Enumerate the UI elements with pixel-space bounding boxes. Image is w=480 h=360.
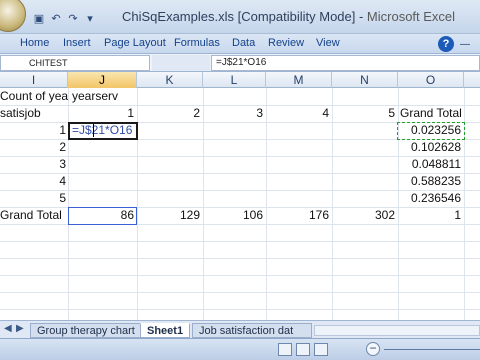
- minimize-icon[interactable]: —: [460, 39, 470, 50]
- customize-qat-icon[interactable]: ▾: [83, 12, 97, 26]
- pivot-count-label[interactable]: Count of yea: [0, 88, 68, 105]
- sheet-nav-prev-icon[interactable]: ◀: [4, 323, 12, 334]
- sheet-nav-next-icon[interactable]: ▶: [16, 323, 24, 334]
- col-value-1[interactable]: 1: [68, 105, 134, 122]
- tab-formulas[interactable]: Formulas: [174, 37, 220, 49]
- column-headers: I J K L M N O: [0, 72, 480, 88]
- ribbon-tabs: Home Insert Page Layout Formulas Data Re…: [0, 34, 480, 54]
- sheet-tab-job-satisfaction[interactable]: Job satisfaction dat: [192, 323, 312, 338]
- active-cell-editor[interactable]: =J$21*O16: [72, 122, 136, 139]
- status-bar: −: [0, 338, 480, 360]
- grand-total-n[interactable]: 302: [332, 207, 395, 224]
- redo-icon[interactable]: ↷: [66, 12, 80, 26]
- col-value-2[interactable]: 2: [137, 105, 200, 122]
- row-label-3[interactable]: 3: [0, 156, 66, 173]
- grand-total-o[interactable]: 1: [398, 207, 461, 224]
- formula-bar: CHITEST =J$21*O16: [0, 54, 480, 72]
- column-header-j[interactable]: J: [68, 72, 137, 88]
- sheet-tab-bar: ◀ ▶ Group therapy chart Sheet1 Job satis…: [0, 320, 480, 338]
- row-label-4[interactable]: 4: [0, 173, 66, 190]
- undo-icon[interactable]: ↶: [49, 12, 63, 26]
- grand-total-l[interactable]: 106: [203, 207, 263, 224]
- save-icon[interactable]: ▣: [32, 12, 46, 26]
- page-break-view-icon[interactable]: [314, 343, 328, 356]
- page-layout-view-icon[interactable]: [296, 343, 310, 356]
- tab-view[interactable]: View: [316, 37, 340, 49]
- pivot-col-field[interactable]: yearserv: [72, 88, 136, 105]
- grand-total-value-3[interactable]: 0.048811: [398, 156, 461, 173]
- normal-view-icon[interactable]: [278, 343, 292, 356]
- grand-total-value-5[interactable]: 0.236546: [398, 190, 461, 207]
- column-header-k[interactable]: K: [137, 72, 203, 88]
- tab-home[interactable]: Home: [20, 37, 49, 49]
- grid-line: [0, 241, 480, 242]
- row-label-5[interactable]: 5: [0, 190, 66, 207]
- grand-total-value-4[interactable]: 0.588235: [398, 173, 461, 190]
- sheet-tab-group-therapy-chart[interactable]: Group therapy chart: [30, 323, 142, 338]
- column-header-n[interactable]: N: [332, 72, 398, 88]
- column-header-m[interactable]: M: [266, 72, 332, 88]
- col-value-5[interactable]: 5: [332, 105, 395, 122]
- tab-page-layout[interactable]: Page Layout: [104, 37, 166, 49]
- row-label-2[interactable]: 2: [0, 139, 66, 156]
- worksheet-grid[interactable]: Count of yea yearserv satisjob 1 2 3 4 5…: [0, 88, 480, 320]
- pivot-row-field[interactable]: satisjob: [0, 105, 68, 122]
- tab-insert[interactable]: Insert: [63, 37, 91, 49]
- zoom-out-icon[interactable]: −: [366, 342, 380, 356]
- tab-data[interactable]: Data: [232, 37, 255, 49]
- grand-total-value-1[interactable]: 0.023256: [398, 122, 461, 139]
- column-header-o[interactable]: O: [398, 72, 464, 88]
- office-button[interactable]: [0, 0, 26, 32]
- fx-buttons[interactable]: [152, 55, 210, 71]
- tab-review[interactable]: Review: [268, 37, 304, 49]
- grand-total-value-2[interactable]: 0.102628: [398, 139, 461, 156]
- grid-line: [0, 309, 480, 310]
- zoom-slider[interactable]: [384, 349, 480, 350]
- col-value-4[interactable]: 4: [266, 105, 329, 122]
- formula-input[interactable]: =J$21*O16: [211, 55, 480, 71]
- help-icon[interactable]: ?: [438, 36, 454, 52]
- grand-total-header[interactable]: Grand Total: [400, 105, 480, 122]
- grid-line: [0, 258, 480, 259]
- grand-total-m[interactable]: 176: [266, 207, 329, 224]
- grid-line: [0, 292, 480, 293]
- grid-line: [0, 275, 480, 276]
- text-cursor: [93, 124, 94, 137]
- window-title: ChiSqExamples.xls [Compatibility Mode] -…: [122, 9, 456, 24]
- grand-total-row-label[interactable]: Grand Total: [0, 207, 68, 224]
- sheet-tab-sheet1[interactable]: Sheet1: [140, 323, 191, 338]
- name-box[interactable]: CHITEST: [0, 55, 150, 71]
- grand-total-k[interactable]: 129: [137, 207, 200, 224]
- col-value-3[interactable]: 3: [203, 105, 263, 122]
- app-name: Microsoft Excel: [366, 9, 456, 24]
- grand-total-j[interactable]: 86: [68, 207, 134, 224]
- row-label-1[interactable]: 1: [0, 122, 66, 139]
- horizontal-scrollbar[interactable]: [314, 325, 480, 336]
- column-header-l[interactable]: L: [203, 72, 266, 88]
- title-bar: ▣ ↶ ↷ ▾ ChiSqExamples.xls [Compatibility Mo…: [0, 0, 480, 34]
- column-header-i[interactable]: I: [0, 72, 68, 88]
- quick-access-toolbar: ▣ ↶ ↷ ▾: [32, 9, 100, 25]
